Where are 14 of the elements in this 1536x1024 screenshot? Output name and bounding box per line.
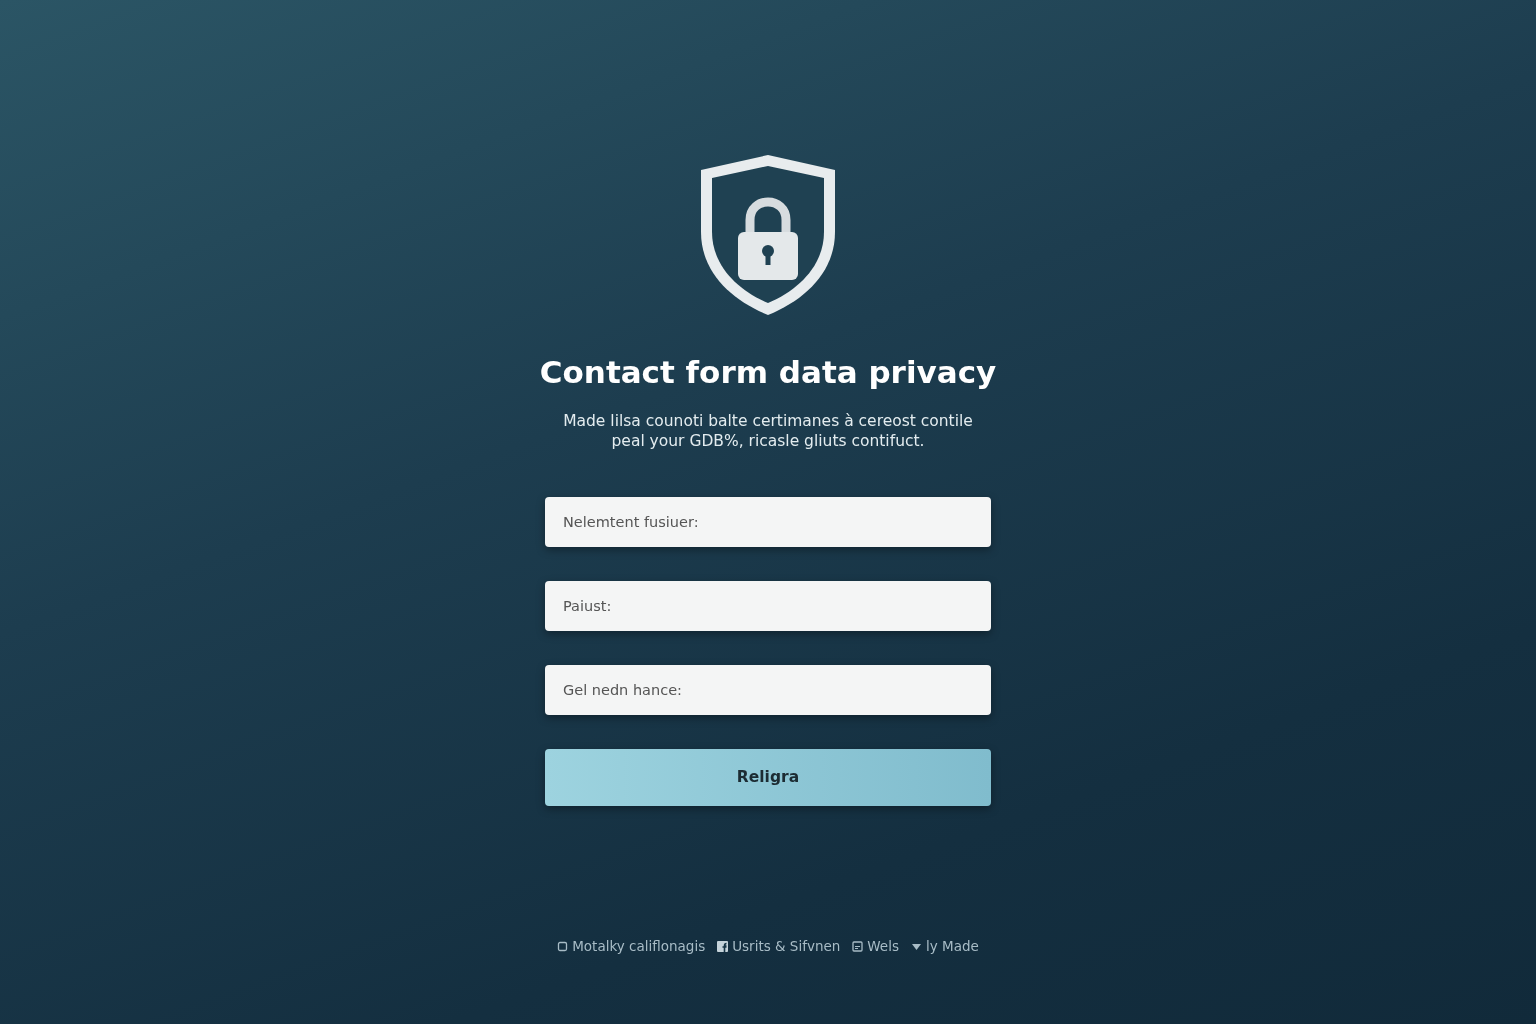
input-field[interactable]: Paiust:	[545, 581, 991, 632]
square-icon	[557, 941, 569, 953]
description-text: Made lilsa counoti balte certimanes à cereost contile peal your GDB%, ricasle gliuts contifuct.	[562, 411, 974, 452]
chevron-down-icon	[910, 941, 922, 953]
footer-link[interactable]: Motalky califlonagis	[557, 936, 706, 957]
footer-link[interactable]: Wels	[852, 936, 899, 957]
social-icon	[717, 941, 729, 953]
submit-button[interactable]: Religra	[545, 749, 991, 807]
page-title: Contact form data privacy	[539, 354, 997, 392]
input-field[interactable]: Gel nedn hance:	[545, 665, 991, 716]
input-field[interactable]: Nelemtent fusiuer:	[545, 497, 991, 548]
page-icon	[852, 941, 864, 953]
footer-link[interactable]: Usrits & Sifvnen	[717, 936, 841, 957]
footer-link[interactable]: ly Made	[910, 936, 979, 957]
